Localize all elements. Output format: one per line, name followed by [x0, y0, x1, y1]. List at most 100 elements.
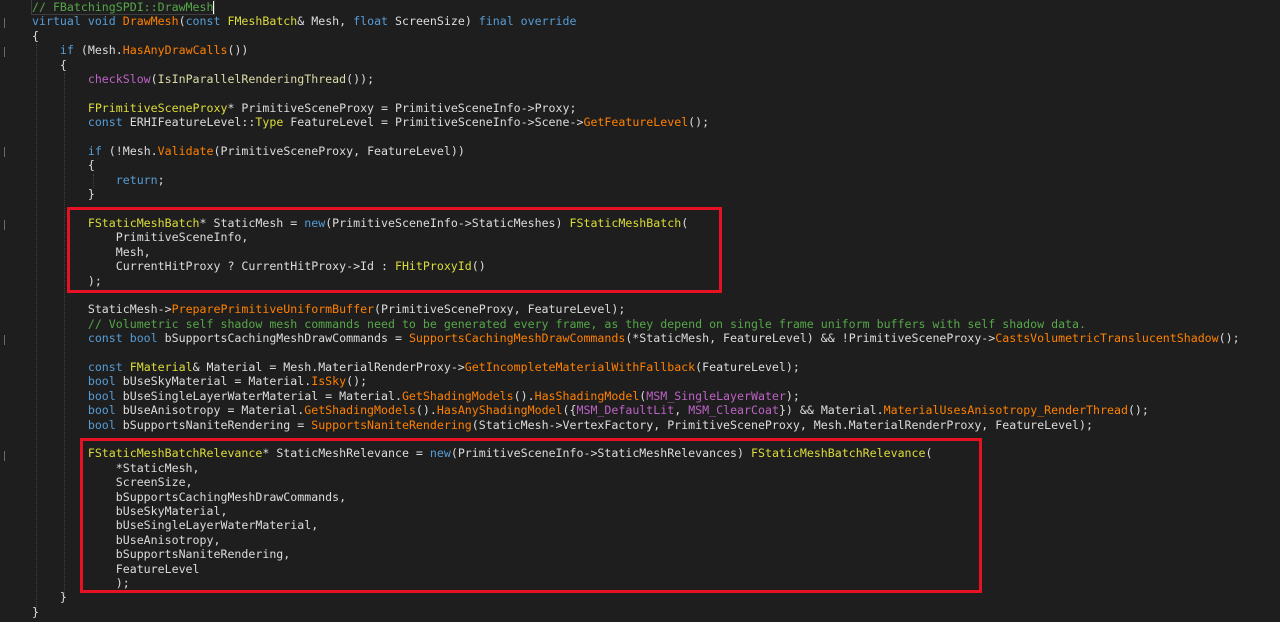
code-line[interactable]: Mesh, [0, 245, 1280, 259]
code-line[interactable]: const ERHIFeatureLevel::Type FeatureLeve… [0, 115, 1280, 129]
code-line[interactable]: } [0, 187, 1280, 201]
code-line[interactable]: ); [0, 576, 1280, 590]
code-token: ({ [562, 403, 577, 418]
code-line[interactable]: bUseAnisotropy, [0, 533, 1280, 547]
code-line[interactable]: return; [0, 173, 1280, 187]
code-line[interactable]: bool bUseAnisotropy = Material.GetShadin… [0, 403, 1280, 417]
code-token: bUseAnisotropy = Material. [122, 403, 305, 418]
code-line[interactable] [0, 346, 1280, 360]
code-line-text: bSupportsNaniteRendering, [32, 547, 291, 561]
code-token: StaticMesh-> [32, 302, 172, 317]
code-token: bUseSingleLayerWaterMaterial = Material. [122, 388, 402, 403]
code-line[interactable]: ScreenSize, [0, 475, 1280, 489]
code-token: } [32, 604, 39, 619]
code-token: MSM_DefaultLit [576, 403, 675, 418]
code-line-text: bool bUseAnisotropy = Material.GetShadin… [32, 403, 1149, 417]
code-line-text: checkSlow(IsInParallelRenderingThread())… [32, 72, 374, 86]
code-line[interactable]: { [0, 158, 1280, 172]
code-line-text: FStaticMeshBatch* StaticMesh = new(Primi… [32, 216, 688, 230]
code-token: *StaticMesh, [32, 460, 200, 475]
code-token: GetFeatureLevel [583, 115, 689, 130]
code-token: (PrimitiveSceneInfo->StaticMeshRelevance… [450, 446, 751, 461]
code-line[interactable]: bSupportsCachingMeshDrawCommands, [0, 490, 1280, 504]
code-line[interactable]: FPrimitiveSceneProxy* PrimitiveSceneProx… [0, 101, 1280, 115]
code-token: * PrimitiveSceneProxy = PrimitiveSceneIn… [227, 100, 577, 115]
code-line-text: return; [32, 173, 165, 187]
code-token: bool [87, 388, 123, 403]
code-token: MSM_ClearCoat [688, 403, 779, 418]
code-token: (StaticMesh->VertexFactory, PrimitiveSce… [471, 417, 1093, 432]
code-line[interactable]: FStaticMeshBatch* StaticMesh = new(Primi… [0, 216, 1280, 230]
code-token: MaterialUsesAnisotropy_RenderThread [883, 403, 1128, 418]
code-line[interactable]: virtual void DrawMesh(const FMeshBatch& … [0, 14, 1280, 28]
code-token: GetShadingModels [304, 403, 416, 418]
code-token: (PrimitiveSceneInfo->StaticMeshes) [325, 216, 570, 230]
code-line[interactable] [0, 130, 1280, 144]
code-line-text: bSupportsCachingMeshDrawCommands, [32, 490, 346, 504]
code-token: GetShadingModels [401, 388, 514, 403]
code-token: const bool [87, 331, 165, 346]
code-line[interactable]: bool bSupportsNaniteRendering = Supports… [0, 418, 1280, 432]
code-token: & Material = Mesh.MaterialRenderProxy-> [192, 360, 465, 374]
code-line[interactable]: } [0, 590, 1280, 604]
code-line-text: bUseSingleLayerWaterMaterial, [32, 518, 318, 532]
code-token: ); [32, 273, 102, 288]
code-token: const [87, 360, 130, 374]
code-token: ; [157, 172, 165, 187]
code-line[interactable]: const bool bSupportsCachingMeshDrawComma… [0, 331, 1280, 345]
code-line[interactable]: const FMaterial& Material = Mesh.Materia… [0, 360, 1280, 374]
code-line-text: const FMaterial& Material = Mesh.Materia… [32, 360, 800, 374]
code-line[interactable]: { [0, 58, 1280, 72]
code-editor[interactable]: // FBatchingSPDI::DrawMesh virtual void D… [0, 0, 1280, 622]
code-line[interactable] [0, 432, 1280, 446]
code-line[interactable]: // FBatchingSPDI::DrawMesh [0, 0, 1280, 16]
code-line[interactable]: ); [0, 274, 1280, 288]
code-line[interactable]: FStaticMeshBatchRelevance* StaticMeshRel… [0, 446, 1280, 460]
code-line-text: virtual void DrawMesh(const FMeshBatch& … [32, 14, 577, 28]
code-token: (); [1218, 331, 1240, 346]
code-line-text: ); [32, 274, 102, 288]
code-token: const [87, 115, 130, 130]
code-token: FStaticMeshBatch [569, 216, 682, 230]
code-token: bUseSkyMaterial, [32, 504, 228, 518]
code-token: // Volumetric self shadow mesh commands … [87, 316, 1086, 331]
code-token: (); [688, 115, 710, 130]
code-token: FHitProxyId [394, 259, 472, 274]
code-line-text: } [32, 605, 39, 619]
code-token: Type [255, 115, 284, 130]
code-token: } [32, 187, 95, 202]
code-line[interactable] [0, 288, 1280, 302]
code-token: HasAnyDrawCalls [122, 43, 228, 58]
code-line[interactable]: checkSlow(IsInParallelRenderingThread())… [0, 72, 1280, 86]
code-line[interactable]: PrimitiveSceneInfo, [0, 230, 1280, 244]
code-token: FeatureLevel [32, 561, 200, 576]
code-line[interactable]: FeatureLevel [0, 562, 1280, 576]
code-line[interactable]: bool bUseSingleLayerWaterMaterial = Mate… [0, 389, 1280, 403]
code-line[interactable]: } [0, 605, 1280, 619]
code-line[interactable]: CurrentHitProxy ? CurrentHitProxy->Id : … [0, 259, 1280, 273]
code-line[interactable]: bUseSkyMaterial, [0, 504, 1280, 518]
code-line[interactable]: bSupportsNaniteRendering, [0, 547, 1280, 561]
code-line[interactable]: *StaticMesh, [0, 461, 1280, 475]
code-token: bool [87, 403, 123, 418]
code-token: FMaterial [129, 360, 193, 374]
code-line[interactable]: bool bUseSkyMaterial = Material.IsSky(); [0, 374, 1280, 388]
code-line-text: *StaticMesh, [32, 461, 200, 475]
code-token: bUseAnisotropy, [32, 532, 221, 547]
code-line[interactable]: StaticMesh->PreparePrimitiveUniformBuffe… [0, 302, 1280, 316]
code-line[interactable]: if (Mesh.HasAnyDrawCalls()) [0, 43, 1280, 57]
code-token: (). [513, 388, 535, 403]
code-line[interactable] [0, 202, 1280, 216]
code-line[interactable]: bUseSingleLayerWaterMaterial, [0, 518, 1280, 532]
code-line[interactable] [0, 86, 1280, 100]
code-line[interactable]: { [0, 29, 1280, 43]
code-token: ()) [227, 43, 249, 58]
code-token: HasShadingModel [534, 388, 640, 403]
code-line[interactable]: if (!Mesh.Validate(PrimitiveSceneProxy, … [0, 144, 1280, 158]
code-line[interactable]: // Volumetric self shadow mesh commands … [0, 317, 1280, 331]
